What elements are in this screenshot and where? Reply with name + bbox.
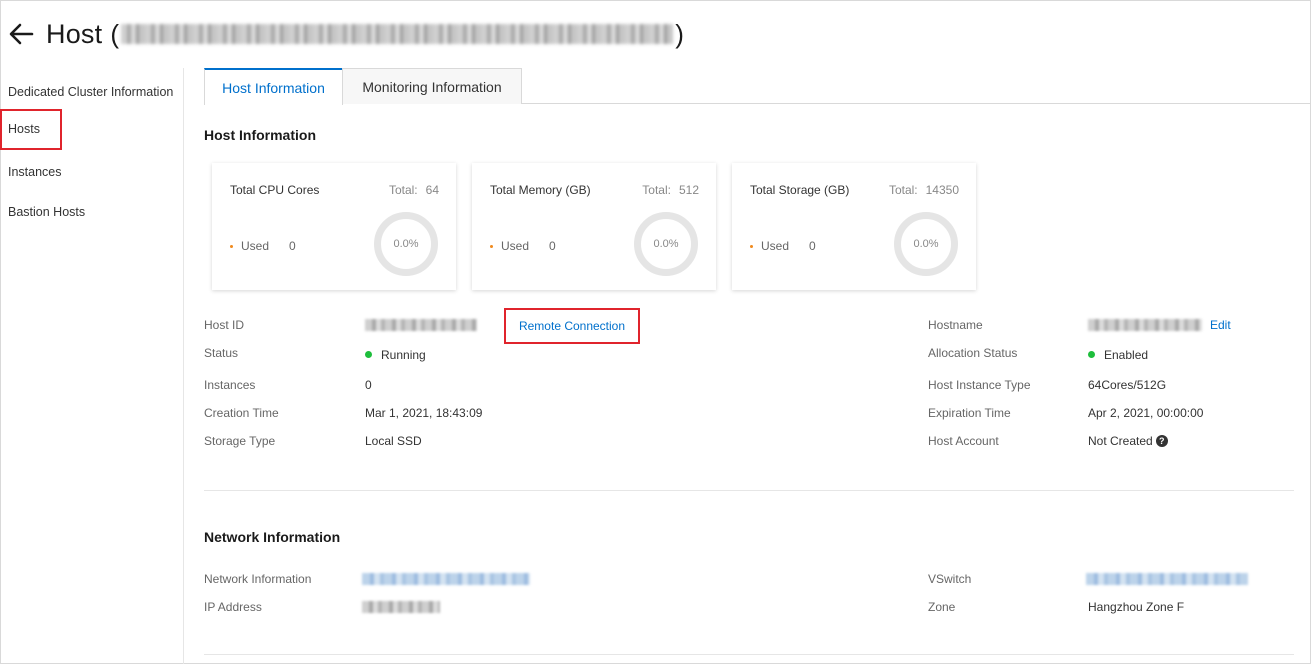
- host-account-text: Not Created: [1088, 434, 1153, 448]
- arrow-left-icon[interactable]: [8, 21, 34, 47]
- network-information-heading: Network Information: [204, 529, 341, 545]
- host-id-label: Host ID: [204, 318, 245, 332]
- tab-host-information[interactable]: Host Information: [204, 68, 343, 105]
- card-total-label: Total:: [888, 183, 918, 197]
- host-id-value: [365, 319, 477, 331]
- usage-percent: 0.0%: [393, 238, 419, 250]
- card-total: Total: 512: [642, 183, 699, 197]
- usage-ring: 0.0%: [634, 212, 698, 276]
- instances-label: Instances: [204, 378, 256, 392]
- used-dot-icon: [230, 244, 233, 248]
- card-label: Total CPU Cores: [230, 183, 320, 197]
- card-used: Used 0: [750, 239, 816, 253]
- host-information-heading: Host Information: [204, 127, 316, 143]
- card-total-value: 64: [425, 183, 439, 197]
- zone-label: Zone: [928, 600, 956, 614]
- allocation-status-value: Enabled: [1088, 348, 1148, 362]
- card-total: Total: 64: [389, 183, 439, 197]
- host-account-value: Not Created?: [1088, 434, 1168, 448]
- allocation-status-text: Enabled: [1104, 348, 1149, 362]
- remote-connection-link[interactable]: Remote Connection: [519, 319, 625, 333]
- status-text: Running: [381, 348, 426, 362]
- creation-time-value: Mar 1, 2021, 18:43:09: [365, 406, 483, 420]
- card-label: Total Memory (GB): [490, 183, 591, 197]
- storage-type-value: Local SSD: [365, 434, 422, 448]
- title-paren-close: ): [675, 18, 685, 49]
- memory-card: Total Memory (GB) Total: 512 Used 0 0.0%: [472, 163, 716, 290]
- instance-type-value: 64Cores/512G: [1088, 378, 1167, 392]
- network-information-label: Network Information: [204, 572, 312, 586]
- card-used-value: 0: [289, 239, 296, 253]
- card-used-value: 0: [549, 239, 556, 253]
- creation-time-label: Creation Time: [204, 406, 279, 420]
- vswitch-label: VSwitch: [928, 572, 972, 586]
- network-information-value[interactable]: [362, 573, 530, 585]
- status-label: Status: [204, 346, 239, 360]
- storage-card: Total Storage (GB) Total: 14350 Used 0 0.0…: [732, 163, 976, 290]
- expiration-time-value: Apr 2, 2021, 00:00:00: [1088, 406, 1204, 420]
- status-enabled-dot-icon: [1088, 351, 1095, 359]
- card-used-value: 0: [809, 239, 816, 253]
- card-total-label: Total:: [642, 183, 671, 197]
- tab-monitoring-information[interactable]: Monitoring Information: [342, 68, 522, 104]
- card-label: Total Storage (GB): [750, 183, 850, 197]
- tab-bar: Host Information Monitoring Information: [204, 68, 1311, 105]
- status-running-dot-icon: [365, 351, 372, 359]
- redacted-host-name: [121, 24, 674, 44]
- vswitch-value[interactable]: [1086, 573, 1248, 585]
- card-used-label: Used: [241, 239, 270, 253]
- expiration-time-label: Expiration Time: [928, 406, 1011, 420]
- page-header: Host ( ): [8, 14, 684, 54]
- used-dot-icon: [490, 244, 493, 248]
- hostname-value: [1088, 319, 1202, 331]
- hostname-label: Hostname: [928, 318, 983, 332]
- section-divider: [204, 490, 1294, 491]
- cpu-cores-card: Total CPU Cores Total: 64 Used 0 0.0%: [212, 163, 456, 290]
- usage-ring: 0.0%: [374, 212, 438, 276]
- page-title: Host ( ): [46, 19, 684, 50]
- sidebar-item-instances[interactable]: Instances: [8, 165, 62, 179]
- card-used: Used 0: [490, 239, 556, 253]
- question-circle-icon[interactable]: ?: [1155, 434, 1168, 447]
- usage-percent: 0.0%: [653, 238, 679, 250]
- sidebar-item-dedicated-cluster-information[interactable]: Dedicated Cluster Information: [8, 85, 173, 99]
- remote-connection-button[interactable]: Remote Connection: [504, 308, 640, 344]
- sidebar: Dedicated Cluster Information Hosts Inst…: [0, 68, 184, 664]
- card-total-value: 512: [678, 183, 699, 197]
- edit-hostname-link[interactable]: Edit: [1210, 318, 1231, 332]
- zone-value: Hangzhou Zone F: [1088, 600, 1185, 614]
- usage-ring: 0.0%: [894, 212, 958, 276]
- page-title-text: Host: [46, 18, 103, 49]
- instances-value: 0: [365, 378, 372, 392]
- host-account-label: Host Account: [928, 434, 999, 448]
- card-used-label: Used: [761, 239, 790, 253]
- card-total-value: 14350: [925, 183, 959, 197]
- allocation-status-label: Allocation Status: [928, 346, 1018, 360]
- card-used-label: Used: [501, 239, 530, 253]
- card-used: Used 0: [230, 239, 296, 253]
- section-divider: [204, 654, 1294, 655]
- sidebar-item-bastion-hosts[interactable]: Bastion Hosts: [8, 205, 85, 219]
- status-value: Running: [365, 348, 426, 362]
- ip-address-label: IP Address: [204, 600, 262, 614]
- card-total-label: Total:: [388, 183, 418, 197]
- instance-type-label: Host Instance Type: [928, 378, 1031, 392]
- usage-percent: 0.0%: [913, 238, 939, 250]
- used-dot-icon: [750, 244, 753, 248]
- card-total: Total: 14350: [889, 183, 959, 197]
- sidebar-item-hosts[interactable]: Hosts: [0, 109, 62, 150]
- ip-address-value: [362, 601, 440, 613]
- storage-type-label: Storage Type: [204, 434, 276, 448]
- title-paren-open: (: [110, 18, 120, 49]
